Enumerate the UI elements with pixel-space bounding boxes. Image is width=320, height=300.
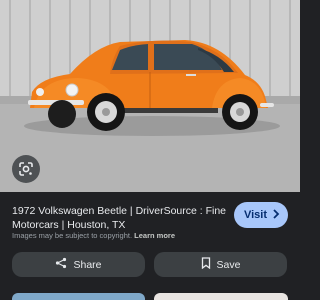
car-image[interactable]: [0, 0, 300, 192]
save-label: Save: [216, 258, 241, 271]
share-label: Share: [73, 258, 102, 271]
result-title[interactable]: 1972 Volkswagen Beetle | DriverSource : …: [12, 204, 227, 232]
visit-label: Visit: [243, 209, 268, 221]
google-lens-icon[interactable]: [12, 155, 40, 183]
chevron-right-icon: [272, 208, 280, 222]
related-image-thumbnail[interactable]: [12, 293, 145, 300]
copyright-text: Images may be subject to copyright.: [12, 231, 133, 240]
learn-more-link[interactable]: Learn more: [134, 231, 175, 240]
visit-button[interactable]: Visit: [234, 202, 288, 228]
copyright-notice: Images may be subject to copyright. Lear…: [12, 231, 175, 240]
share-button[interactable]: Share: [12, 252, 145, 277]
share-icon: [55, 257, 67, 272]
related-image-thumbnail[interactable]: [154, 293, 288, 300]
save-button[interactable]: Save: [154, 252, 287, 277]
bookmark-icon: [201, 257, 211, 272]
